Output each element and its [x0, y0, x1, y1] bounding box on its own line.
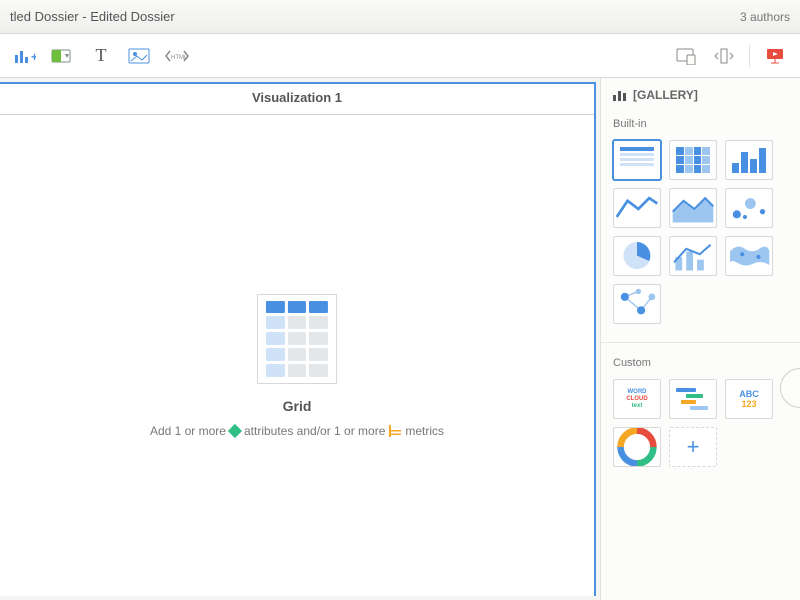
hint-text: attributes and/or 1 or more [244, 424, 385, 438]
viz-thumb-bar[interactable] [725, 140, 773, 180]
placeholder-name: Grid [150, 398, 444, 414]
viz-thumb-grid[interactable] [613, 140, 661, 180]
responsive-view-button[interactable] [667, 40, 705, 72]
chart-icon [613, 89, 627, 101]
svg-text:+: + [31, 50, 36, 64]
viz-thumb-network[interactable] [613, 284, 661, 324]
gallery-header: [GALLERY] [601, 78, 800, 108]
insert-visualization-button[interactable]: + [6, 40, 44, 72]
viz-thumb-combo[interactable] [669, 236, 717, 276]
metric-icon [389, 425, 401, 437]
main-area: Visualization 1 Grid Add 1 or more attri… [0, 78, 800, 600]
visualization-placeholder: Grid Add 1 or more attributes and/or 1 o… [150, 294, 444, 438]
viz-thumb-heatmap[interactable] [669, 140, 717, 180]
insert-image-button[interactable] [120, 40, 158, 72]
visualization-title[interactable]: Visualization 1 [0, 90, 594, 105]
attribute-icon [228, 424, 242, 438]
responsive-icon [675, 47, 697, 65]
insert-html-button[interactable]: HTML [158, 40, 196, 72]
viz-thumb-line[interactable] [613, 188, 661, 228]
viz-thumb-ring[interactable] [613, 427, 661, 467]
viz-thumb-area[interactable] [669, 188, 717, 228]
text-icon: T [96, 45, 107, 66]
svg-text:HTML: HTML [171, 55, 188, 61]
present-button[interactable] [756, 40, 794, 72]
insert-filter-button[interactable] [44, 40, 82, 72]
filter-icon [51, 48, 75, 64]
toolbar: + T HTML [0, 34, 800, 78]
bar-chart-icon: + [14, 47, 36, 65]
placeholder-hint: Add 1 or more attributes and/or 1 or mor… [150, 424, 444, 438]
present-icon [765, 47, 785, 65]
panel-toggle-button[interactable] [705, 40, 743, 72]
panel-icon [714, 47, 734, 65]
viz-thumb-kpi[interactable]: ABC123 [725, 379, 773, 419]
custom-thumbs: WORDCLOUDtext ABC123 + [601, 375, 800, 481]
image-icon [128, 48, 150, 64]
canvas-wrap: Visualization 1 Grid Add 1 or more attri… [0, 78, 600, 600]
html-icon: HTML [164, 48, 190, 64]
toolbar-separator [749, 45, 750, 67]
hint-text: Add 1 or more [150, 424, 226, 438]
gallery-header-label: [GALLERY] [633, 88, 698, 102]
window-titlebar: tled Dossier - Edited Dossier 3 authors [0, 0, 800, 34]
grid-placeholder-icon [257, 294, 337, 384]
window-title: tled Dossier - Edited Dossier [10, 9, 740, 24]
hint-text: metrics [405, 424, 444, 438]
builtin-section-label: Built-in [601, 108, 800, 136]
builtin-thumbs [601, 136, 800, 338]
gallery-divider [601, 342, 800, 343]
add-custom-viz-button[interactable]: + [669, 427, 717, 467]
viz-thumb-bubble[interactable] [725, 188, 773, 228]
viz-thumb-map[interactable] [725, 236, 773, 276]
viz-thumb-pie[interactable] [613, 236, 661, 276]
insert-text-button[interactable]: T [82, 40, 120, 72]
viz-thumb-wordcloud[interactable]: WORDCLOUDtext [613, 379, 661, 419]
gallery-panel: [GALLERY] Built-in [600, 78, 800, 600]
authors-count: 3 authors [740, 10, 790, 24]
visualization-canvas[interactable]: Visualization 1 Grid Add 1 or more attri… [0, 82, 596, 596]
viz-thumb-gantt[interactable] [669, 379, 717, 419]
custom-section-label: Custom [601, 347, 800, 375]
